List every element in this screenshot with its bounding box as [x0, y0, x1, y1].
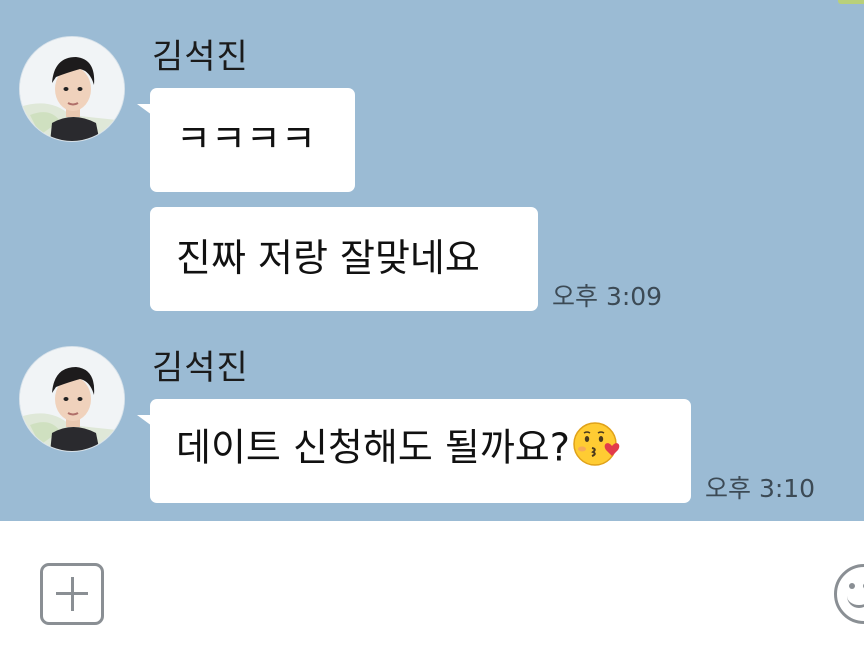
message-input-bar[interactable]: [0, 521, 864, 648]
chat-message-area[interactable]: 김석진 ㅋㅋㅋㅋ 진짜 저랑 잘맞네요 오후 3:09 김석진 데이트 신청해도…: [0, 0, 864, 521]
sender-avatar[interactable]: [19, 36, 125, 142]
bubble-tail: [137, 104, 152, 115]
sender-name: 김석진: [152, 37, 249, 77]
message-text: 진짜 저랑 잘맞네요: [176, 236, 480, 281]
message-text: 데이트 신청해도 될까요?: [176, 425, 570, 470]
message-text-line: 데이트 신청해도 될까요?: [176, 422, 622, 474]
corner-indicator: [838, 0, 864, 4]
smiley-face-icon[interactable]: [834, 564, 864, 624]
sender-name: 김석진: [152, 348, 249, 388]
bubble-tail: [137, 415, 152, 426]
message-bubble[interactable]: ㅋㅋㅋㅋ: [137, 88, 355, 192]
message-timestamp: 오후 3:10: [705, 474, 816, 503]
sender-avatar[interactable]: [19, 346, 125, 452]
kissing-face-with-heart-emoji: [572, 420, 622, 474]
message-text: ㅋㅋㅋㅋ: [176, 117, 316, 162]
chat-screen: 김석진 ㅋㅋㅋㅋ 진짜 저랑 잘맞네요 오후 3:09 김석진 데이트 신청해도…: [0, 0, 864, 648]
profile-photo: [20, 37, 124, 141]
profile-photo: [20, 347, 124, 451]
plus-icon[interactable]: [40, 563, 104, 625]
message-bubble[interactable]: 진짜 저랑 잘맞네요: [150, 207, 538, 311]
message-bubble[interactable]: 데이트 신청해도 될까요?: [137, 399, 691, 503]
message-timestamp: 오후 3:09: [552, 282, 663, 311]
